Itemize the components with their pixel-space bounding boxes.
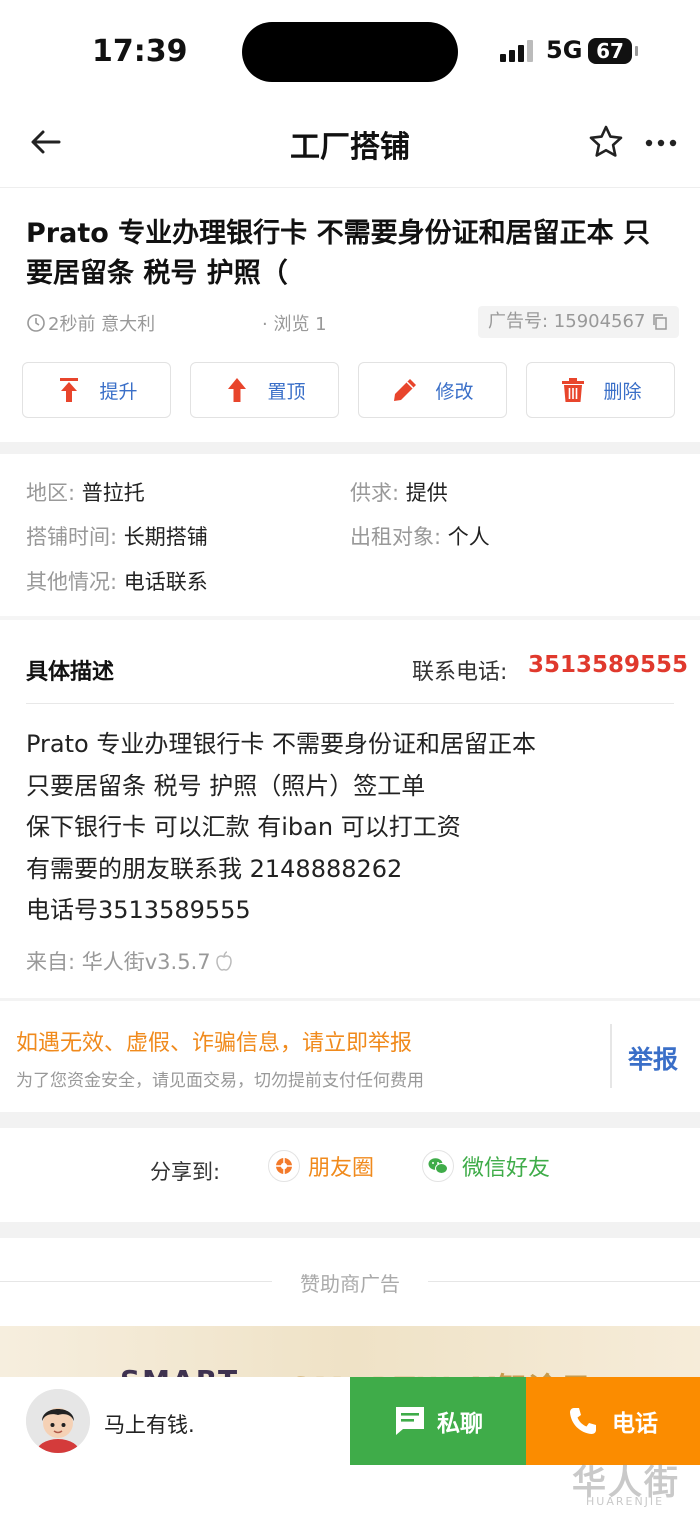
report-separator — [610, 1024, 612, 1088]
phone-icon — [570, 1408, 596, 1434]
boost-up-icon — [60, 378, 79, 402]
bottom-contact-bar: 马上有钱. 私聊 电话 华人街 HUARENJIE — [0, 1377, 700, 1520]
watermark-logo: 华人街 HUARENJIE — [552, 1455, 692, 1511]
section-divider — [0, 616, 700, 620]
target-value: 个人 — [447, 525, 490, 549]
safety-notice: 为了您资金安全，请见面交易，切勿提前支付任何费用 — [16, 1071, 424, 1091]
more-options-icon[interactable] — [644, 128, 678, 158]
pin-top-icon — [228, 378, 247, 402]
ad-number-text: 广告号: 15904567 — [488, 311, 646, 332]
share-wechat-button[interactable]: 微信好友 — [422, 1150, 550, 1182]
contact-phone-number[interactable]: 3513589555 — [528, 652, 688, 678]
description-heading: 具体描述 — [26, 660, 115, 685]
avatar[interactable] — [26, 1389, 90, 1453]
network-type: 5G — [546, 36, 583, 64]
moments-icon — [268, 1150, 300, 1182]
battery-icon: 67 — [588, 38, 638, 64]
share-label: 分享到: — [150, 1160, 221, 1184]
trash-icon — [562, 378, 585, 402]
call-button[interactable]: 电话 — [526, 1377, 700, 1465]
section-divider — [0, 1222, 700, 1238]
chat-bubble-icon — [396, 1407, 424, 1435]
description-divider — [26, 703, 674, 704]
info-target: 出租对象: 个人 — [350, 521, 490, 551]
apple-icon — [215, 951, 232, 971]
other-value: 电话联系 — [123, 570, 208, 594]
copy-icon[interactable] — [651, 313, 669, 331]
nav-header: 工厂搭铺 — [0, 100, 700, 188]
dynamic-island — [242, 22, 458, 82]
post-action-bar: 提升 置顶 修改 删除 — [22, 362, 678, 418]
supply-label: 供求: — [350, 481, 406, 505]
pencil-icon — [394, 379, 417, 401]
boost-button[interactable]: 提升 — [22, 362, 171, 418]
section-divider — [0, 442, 700, 454]
clock-icon — [27, 314, 45, 332]
delete-button[interactable]: 删除 — [526, 362, 675, 418]
info-other: 其他情况: 电话联系 — [26, 566, 208, 596]
fraud-warning: 如遇无效、虚假、诈骗信息，请立即举报 — [16, 1031, 413, 1056]
private-chat-button[interactable]: 私聊 — [350, 1377, 526, 1465]
share-moments-label: 朋友圈 — [308, 1156, 375, 1181]
region-label: 地区: — [26, 481, 82, 505]
call-label: 电话 — [612, 1411, 658, 1437]
pin-top-button[interactable]: 置顶 — [190, 362, 339, 418]
private-chat-label: 私聊 — [437, 1411, 483, 1437]
share-wechat-label: 微信好友 — [462, 1156, 551, 1181]
watermark-subtext: HUARENJIE — [586, 1495, 665, 1508]
source-app: 来自: 华人街v3.5.7 — [26, 946, 233, 976]
poster-username: 马上有钱. — [104, 1413, 195, 1437]
description-body: Prato 专业办理银行卡 不需要身份证和居留正本 只要居留条 税号 护照（照片… — [26, 730, 536, 924]
info-supply: 供求: 提供 — [350, 477, 448, 507]
duration-value: 长期搭铺 — [123, 525, 208, 549]
source-text: 来自: 华人街v3.5.7 — [26, 950, 211, 974]
boost-label: 提升 — [99, 380, 138, 403]
wechat-icon — [422, 1150, 454, 1182]
report-button[interactable]: 举报 — [628, 1040, 678, 1076]
share-moments-button[interactable]: 朋友圈 — [268, 1150, 374, 1182]
post-title: Prato 专业办理银行卡 不需要身份证和居留正本 只要居留条 税号 护照（ — [26, 218, 650, 289]
region-value: 普拉托 — [81, 481, 145, 505]
favorite-star-icon[interactable] — [588, 124, 624, 160]
other-label: 其他情况: — [26, 570, 124, 594]
sponsor-label: 赞助商广告 — [300, 1272, 400, 1296]
ad-number-badge[interactable]: 广告号: 15904567 — [478, 306, 680, 338]
status-bar: 17:39 5G 67 — [0, 0, 700, 100]
target-label: 出租对象: — [350, 525, 448, 549]
duration-label: 搭铺时间: — [26, 525, 124, 549]
status-time: 17:39 — [92, 34, 188, 69]
pin-top-label: 置顶 — [267, 380, 306, 403]
edit-button[interactable]: 修改 — [358, 362, 507, 418]
section-divider — [0, 1112, 700, 1128]
info-duration: 搭铺时间: 长期搭铺 — [26, 521, 208, 551]
section-divider — [0, 998, 700, 1001]
supply-value: 提供 — [405, 481, 448, 505]
info-region: 地区: 普拉托 — [26, 477, 145, 507]
edit-label: 修改 — [435, 380, 474, 403]
post-time-location: 2秒前 意大利 — [26, 310, 155, 336]
contact-phone-label: 联系电话: — [412, 660, 508, 685]
view-count: · 浏览 1 — [262, 314, 327, 335]
signal-icon — [500, 40, 536, 62]
post-time-text: 2秒前 意大利 — [48, 314, 156, 335]
delete-label: 删除 — [603, 380, 642, 403]
